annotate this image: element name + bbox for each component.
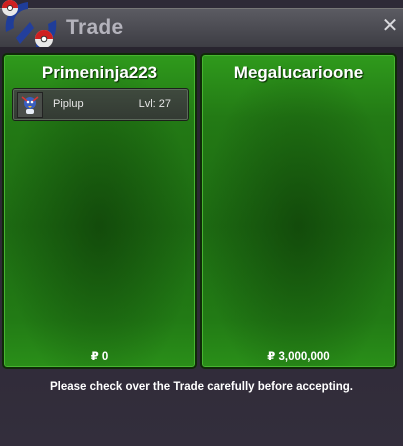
- pokeball-logo-icon: [2, 0, 57, 50]
- currency-icon: ₽: [267, 351, 276, 363]
- right-trade-panel: Megalucarioone ₽ 3,000,000: [200, 53, 397, 369]
- pokemon-sprite-icon: [17, 92, 43, 118]
- trade-item-slot[interactable]: Piplup Lvl: 27: [12, 88, 189, 121]
- trade-notice: Please check over the Trade carefully be…: [50, 381, 353, 393]
- right-player-name: Megalucarioone: [233, 63, 364, 82]
- window-title: Trade: [66, 16, 124, 39]
- right-money-amount: 3,000,000: [278, 351, 330, 363]
- right-money: ₽ 3,000,000: [202, 349, 395, 363]
- close-icon[interactable]: ✕: [381, 16, 399, 36]
- left-trade-panel: Primeninja223 Piplup Lvl: 27 ₽ 0: [2, 53, 197, 369]
- left-money: ₽ 0: [4, 349, 195, 363]
- left-player-name: Primeninja223: [41, 63, 158, 82]
- item-name: Piplup: [53, 98, 84, 110]
- left-money-amount: 0: [101, 351, 109, 363]
- item-level: Lvl: 27: [138, 98, 171, 110]
- currency-icon: ₽: [90, 351, 99, 363]
